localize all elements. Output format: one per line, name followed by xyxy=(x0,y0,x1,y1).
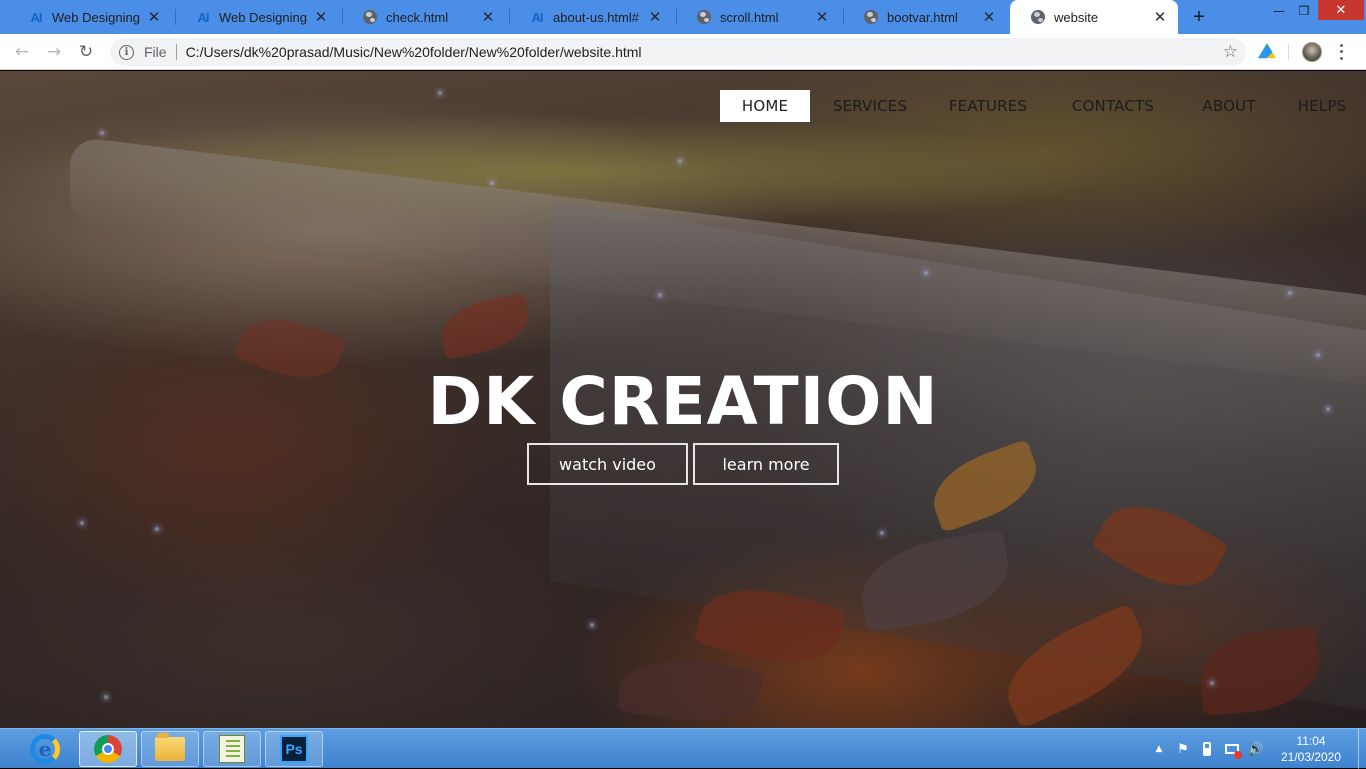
reload-button[interactable]: ↻ xyxy=(74,40,98,64)
omnibox-divider xyxy=(175,44,177,60)
power-icon[interactable] xyxy=(1199,741,1215,757)
nav-features-link[interactable]: FEATURES xyxy=(930,90,1046,122)
hero-title: DK CREATION xyxy=(427,363,939,440)
browser-tab[interactable]: AI Web Designing | W ✕ xyxy=(175,0,339,34)
url-text[interactable]: C:/Users/dk%20prasad/Music/New%20folder/… xyxy=(186,44,1246,60)
close-window-button[interactable]: ✕ xyxy=(1318,0,1364,20)
drive-extension-icon[interactable] xyxy=(1258,43,1276,59)
tab-close-icon[interactable]: ✕ xyxy=(313,9,329,26)
toolbar-divider xyxy=(1288,44,1289,60)
nav-about-link[interactable]: ABOUT xyxy=(1180,90,1278,122)
taskbar-notepad-plus[interactable] xyxy=(203,731,261,767)
internet-explorer-icon: e xyxy=(30,734,60,764)
tab-title: check.html xyxy=(386,9,449,25)
taskbar-internet-explorer[interactable]: e xyxy=(16,731,74,767)
clock-date: 21/03/2020 xyxy=(1280,750,1342,764)
tab-close-icon[interactable]: ✕ xyxy=(647,9,663,26)
system-clock[interactable]: 11:04 21/03/2020 xyxy=(1276,733,1346,765)
clock-time: 11:04 xyxy=(1296,734,1326,748)
windows-taskbar: e Ps ▲ ⚑ 🔊 11:04 21/03/2020 xyxy=(0,728,1366,769)
photoshop-icon: Ps xyxy=(280,735,308,763)
scheme-label: File xyxy=(144,44,167,60)
browser-toolbar: ← → ↻ i File C:/Users/dk%20prasad/Music/… xyxy=(0,34,1366,70)
site-navigation: HOME SERVICES FEATURES CONTACTS ABOUT HE… xyxy=(720,90,1366,122)
ai-icon: AI xyxy=(197,9,210,25)
volume-icon[interactable]: 🔊 xyxy=(1248,741,1264,757)
learn-more-button[interactable]: learn more xyxy=(693,443,839,485)
hero-buttons: watch video learn more xyxy=(527,443,839,485)
globe-icon xyxy=(1030,9,1046,25)
profile-avatar[interactable] xyxy=(1302,42,1322,62)
show-desktop-button[interactable] xyxy=(1358,729,1366,769)
globe-icon xyxy=(696,9,712,25)
file-explorer-icon xyxy=(155,733,185,761)
browser-tab[interactable]: scroll.html ✕ xyxy=(676,0,840,34)
nav-home-link[interactable]: HOME xyxy=(720,90,810,122)
tab-title: Web Designing | W xyxy=(52,9,140,25)
browser-tab-active[interactable]: website ✕ xyxy=(1010,0,1178,34)
tab-title: about-us.html# xyxy=(553,9,639,25)
browser-tab[interactable]: AI about-us.html# ✕ xyxy=(509,0,673,34)
nav-contacts-link[interactable]: CONTACTS xyxy=(1046,90,1180,122)
back-button[interactable]: ← xyxy=(10,40,34,64)
info-icon[interactable]: i xyxy=(119,44,134,60)
ai-icon: AI xyxy=(30,9,43,25)
tab-title: Web Designing | W xyxy=(219,9,307,25)
taskbar-file-explorer[interactable] xyxy=(141,731,199,767)
tab-close-icon[interactable]: ✕ xyxy=(814,9,830,26)
taskbar-photoshop[interactable]: Ps xyxy=(265,731,323,767)
forward-button[interactable]: → xyxy=(42,40,66,64)
menu-kebab-icon[interactable] xyxy=(1336,42,1346,62)
browser-tab[interactable]: AI Web Designing | W ✕ xyxy=(8,0,172,34)
tab-close-icon[interactable]: ✕ xyxy=(146,9,162,26)
restore-button[interactable]: ❐ xyxy=(1289,0,1319,22)
tab-close-icon[interactable]: ✕ xyxy=(480,9,496,26)
tab-title: website xyxy=(1054,9,1099,25)
tab-close-icon[interactable]: ✕ xyxy=(981,9,997,26)
taskbar-chrome[interactable] xyxy=(79,731,137,767)
nav-services-link[interactable]: SERVICES xyxy=(810,90,930,122)
tab-close-icon[interactable]: ✕ xyxy=(1152,9,1168,26)
tab-title: bootvar.html xyxy=(887,9,958,25)
watch-video-button[interactable]: watch video xyxy=(527,443,688,485)
nav-helps-link[interactable]: HELPS xyxy=(1278,90,1366,122)
network-error-icon[interactable] xyxy=(1224,741,1242,759)
tab-title: scroll.html xyxy=(720,9,779,25)
chrome-icon xyxy=(94,735,122,763)
browser-tab[interactable]: check.html ✕ xyxy=(342,0,506,34)
browser-tab-strip: AI Web Designing | W ✕ AI Web Designing … xyxy=(0,0,1366,34)
tray-overflow-icon[interactable]: ▲ xyxy=(1151,741,1167,757)
address-bar[interactable]: i File C:/Users/dk%20prasad/Music/New%20… xyxy=(110,38,1246,66)
browser-tab[interactable]: bootvar.html ✕ xyxy=(843,0,1007,34)
bookmark-star-icon[interactable]: ☆ xyxy=(1223,42,1238,62)
new-tab-button[interactable]: + xyxy=(1188,6,1210,28)
ai-icon: AI xyxy=(531,9,544,25)
globe-icon xyxy=(863,9,879,25)
action-center-flag-icon[interactable]: ⚑ xyxy=(1175,741,1191,757)
globe-icon xyxy=(362,9,378,25)
page-viewport: HOME SERVICES FEATURES CONTACTS ABOUT HE… xyxy=(0,71,1366,728)
notepad-plus-icon xyxy=(219,735,245,763)
